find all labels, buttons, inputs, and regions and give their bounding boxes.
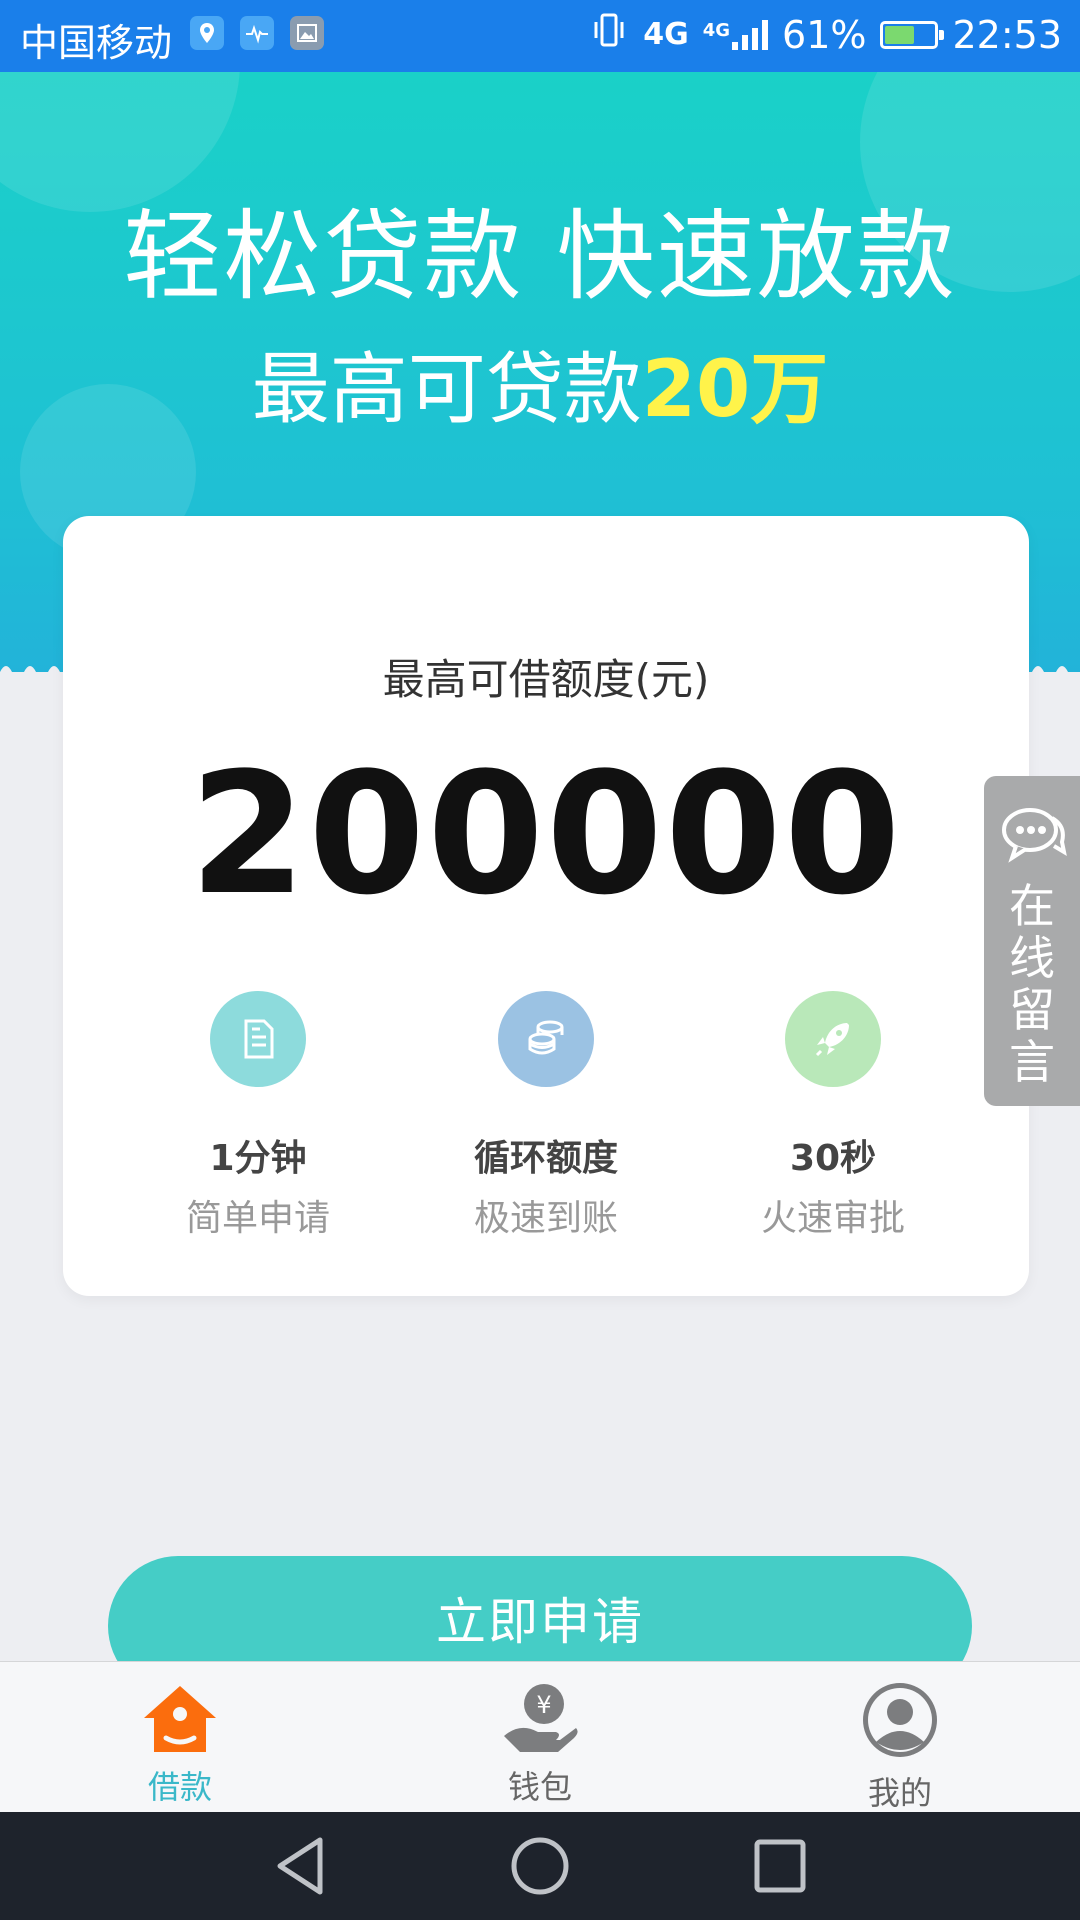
online-message-char: 言 (1009, 1035, 1055, 1089)
online-message-label: 在线留言 (984, 880, 1080, 1088)
nav-label: 钱包 (507, 1768, 572, 1806)
feature-main: 30秒 (789, 1138, 877, 1179)
status-bar: 中国移动 4G 4G 61% 22:53 (0, 0, 1080, 72)
hero-title: 轻松贷款 快速放款 (123, 200, 957, 314)
online-message-char: 留 (1009, 983, 1055, 1037)
credit-limit-amount: 200000 (189, 736, 903, 932)
nav-label: 借款 (147, 1768, 212, 1806)
feature-sub: 极速到账 (473, 1198, 618, 1239)
rocket-icon (785, 991, 881, 1087)
gallery-icon (290, 16, 324, 50)
credit-card-panel: 最高可借额度(元) 200000 1分钟 简单申请 循环额度 极速到账 30秒 … (63, 516, 1029, 1296)
carrier-name: 中国移动 (20, 21, 173, 65)
hero-highlight: 20万 (641, 345, 829, 435)
signal-icon: 4G (702, 19, 769, 50)
battery-icon (880, 20, 945, 49)
online-message-char: 在 (1009, 879, 1055, 933)
feature-fast-approval: 30秒 火速审批 (688, 991, 978, 1241)
online-message-char: 线 (1009, 931, 1055, 985)
coins-icon (498, 991, 594, 1087)
heartbeat-icon (240, 16, 274, 50)
feature-main: 循环额度 (473, 1138, 618, 1179)
feature-sub: 简单申请 (185, 1198, 330, 1239)
nav-item-profile[interactable]: 我的 (810, 1680, 990, 1814)
profile-icon (863, 1683, 937, 1757)
svg-text:¥: ¥ (536, 1691, 551, 1719)
network-type-secondary: 4G (702, 19, 731, 41)
credit-limit-label: 最高可借额度(元) (382, 655, 710, 704)
system-navigation-bar (0, 1812, 1080, 1920)
feature-quick-apply: 1分钟 简单申请 (113, 991, 403, 1241)
vibrate-icon (589, 10, 629, 59)
wallet-icon: ¥ (504, 1684, 578, 1752)
clock: 22:53 (952, 12, 1062, 57)
back-icon[interactable] (268, 1834, 338, 1898)
bottom-navigation: 借款 ¥ 钱包 我的 (0, 1661, 1080, 1812)
feature-revolving-credit: 循环额度 极速到账 (401, 991, 691, 1241)
hero-subtitle: 最高可贷款20万 (0, 327, 1080, 439)
online-message-tab[interactable]: 在线留言 (984, 776, 1080, 1106)
status-right: 4G 4G 61% 22:53 (589, 10, 1062, 59)
home-icon (144, 1686, 216, 1752)
nav-item-wallet[interactable]: ¥ 钱包 (450, 1680, 630, 1808)
nav-label: 我的 (867, 1774, 932, 1812)
battery-percent: 61% (782, 12, 867, 57)
network-type-primary: 4G (643, 17, 689, 52)
feature-main: 1分钟 (209, 1138, 307, 1179)
nav-item-loan[interactable]: 借款 (90, 1680, 270, 1808)
hero-subtitle-text: 最高可贷款 (251, 345, 642, 435)
location-icon (190, 16, 224, 50)
recents-icon[interactable] (745, 1834, 815, 1898)
feature-sub: 火速审批 (760, 1198, 905, 1239)
home-circle-icon[interactable] (505, 1834, 575, 1898)
document-icon (210, 991, 306, 1087)
notification-icons (190, 16, 324, 50)
chat-icon (1002, 808, 1067, 863)
